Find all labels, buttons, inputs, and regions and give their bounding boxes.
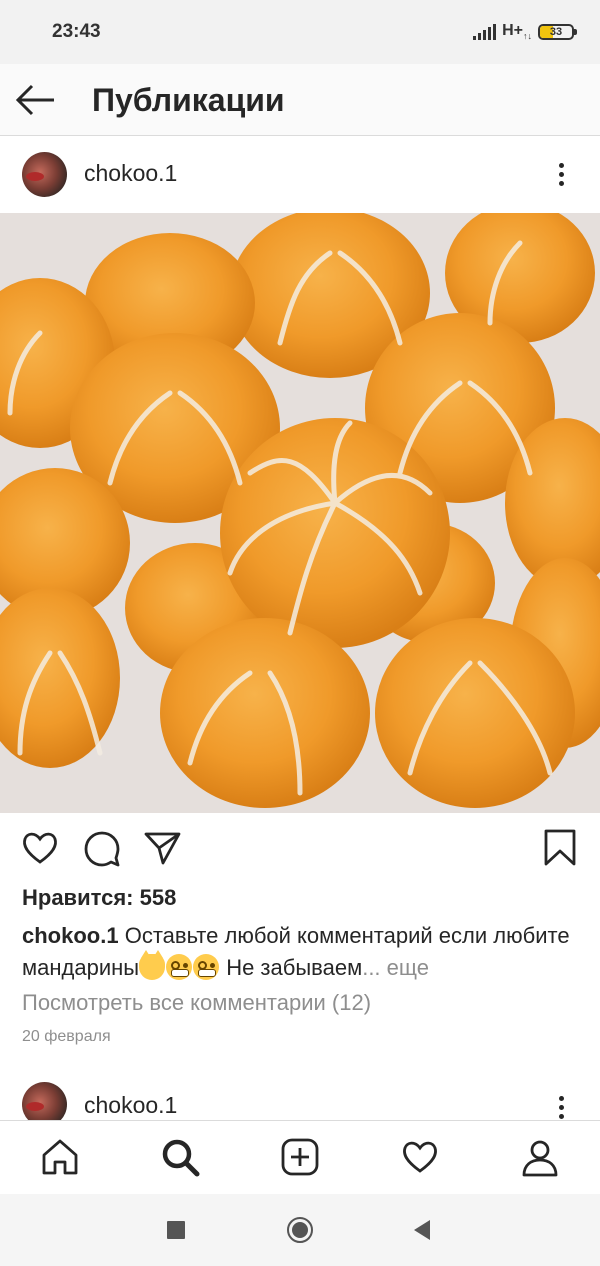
caption[interactable]: chokoo.1 Оставьте любой комментарий если…	[22, 920, 582, 984]
likes-count[interactable]: Нравится: 558	[22, 885, 176, 911]
system-back-button[interactable]	[408, 1216, 436, 1244]
post-actions	[0, 828, 600, 872]
nav-search[interactable]	[160, 1137, 200, 1177]
next-post-header: chokoo.1	[0, 1068, 600, 1120]
page-title: Публикации	[92, 82, 285, 118]
system-home-button[interactable]	[286, 1216, 314, 1244]
more-vertical-icon	[558, 1095, 564, 1101]
more-options-button[interactable]	[546, 159, 576, 189]
nav-activity[interactable]	[400, 1137, 440, 1177]
heart-icon	[23, 832, 57, 864]
share-button[interactable]	[142, 828, 182, 868]
post-date: 20 февраля	[22, 1028, 111, 1045]
battery-icon: 33	[538, 24, 577, 40]
system-navigation	[0, 1194, 600, 1266]
caption-more-link[interactable]: ... еще	[362, 955, 429, 980]
view-all-comments-link[interactable]: Посмотреть все комментарии (12)	[22, 990, 371, 1016]
app-header: Публикации	[0, 64, 600, 136]
home-circle-icon	[287, 1217, 313, 1243]
save-button[interactable]	[540, 828, 580, 868]
post-header: chokoo.1	[0, 136, 600, 214]
bottom-navigation	[0, 1120, 600, 1194]
avatar[interactable]	[22, 1082, 67, 1120]
arrow-left-icon	[15, 84, 54, 116]
like-button[interactable]	[20, 828, 60, 868]
grimace-emoji-icon	[193, 954, 220, 980]
bookmark-icon	[544, 829, 576, 866]
mandarins-photo	[0, 213, 600, 813]
back-button[interactable]	[14, 80, 58, 120]
comment-button[interactable]	[82, 828, 122, 868]
avatar[interactable]	[22, 152, 67, 197]
network-type: H+↑↓	[502, 22, 532, 42]
post-username[interactable]: chokoo.1	[84, 160, 177, 187]
more-vertical-icon	[558, 162, 564, 168]
status-time: 23:43	[52, 21, 101, 42]
post-image[interactable]	[0, 213, 600, 813]
nav-add-post[interactable]	[280, 1137, 320, 1177]
cat-kiss-emoji-icon	[139, 950, 166, 980]
nav-home[interactable]	[40, 1137, 80, 1177]
status-indicators: H+↑↓ 33	[473, 21, 577, 43]
profile-icon	[522, 1140, 558, 1177]
nav-profile[interactable]	[520, 1137, 560, 1177]
search-icon	[162, 1139, 200, 1177]
add-post-icon	[281, 1138, 319, 1176]
send-icon	[144, 832, 181, 865]
back-triangle-icon	[414, 1220, 430, 1240]
home-icon	[42, 1139, 78, 1175]
post-username[interactable]: chokoo.1	[84, 1092, 177, 1119]
recent-apps-icon	[167, 1221, 185, 1239]
signal-icon	[473, 24, 497, 40]
caption-username[interactable]: chokoo.1	[22, 923, 119, 948]
more-options-button[interactable]	[546, 1092, 576, 1120]
recent-apps-button[interactable]	[162, 1216, 190, 1244]
caption-text-continued: Не забываем	[220, 955, 363, 980]
activity-heart-icon	[403, 1141, 437, 1173]
status-bar: 23:43 H+↑↓ 33	[0, 0, 600, 64]
grimace-emoji-icon	[166, 954, 193, 980]
comment-icon	[84, 831, 120, 867]
